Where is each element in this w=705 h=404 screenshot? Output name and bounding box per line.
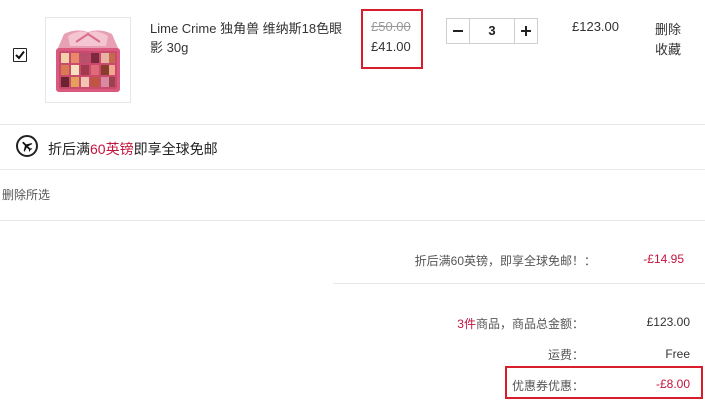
checkmark-icon xyxy=(15,50,25,60)
product-thumbnail[interactable] xyxy=(45,17,131,103)
discount-label: 折后满60英镑，即享全球免邮！： xyxy=(414,254,596,268)
eyeshadow-palette-image xyxy=(56,30,120,92)
promo-suffix: 即享全球免邮 xyxy=(133,141,218,157)
item-checkbox[interactable] xyxy=(13,48,27,62)
delete-item-link[interactable]: 删除 xyxy=(655,19,681,38)
item-subtotal: £123.00 xyxy=(572,19,619,34)
airplane-icon xyxy=(16,135,38,157)
divider xyxy=(0,220,705,221)
plus-icon xyxy=(521,26,531,36)
items-label-text: 商品，商品总金额： xyxy=(475,317,584,331)
increase-quantity-button[interactable] xyxy=(514,19,537,43)
coupon-label: 优惠券优惠： xyxy=(511,379,584,393)
product-name[interactable]: Lime Crime 独角兽 维纳斯18色眼影 30g xyxy=(150,19,345,57)
quantity-input[interactable]: 3 xyxy=(470,19,514,43)
discount-value: -£14.95 xyxy=(643,252,684,266)
divider xyxy=(0,124,705,125)
coupon-value: -£8.00 xyxy=(655,377,690,391)
add-to-favorites-link[interactable]: 收藏 xyxy=(655,39,681,58)
minus-icon xyxy=(453,30,463,32)
items-total-value: £123.00 xyxy=(646,315,690,329)
items-count: 3件 xyxy=(457,317,476,331)
promo-threshold: 60英镑 xyxy=(90,141,134,157)
original-price: £50.00 xyxy=(371,19,411,34)
delete-selected-link[interactable]: 删除所选 xyxy=(2,186,50,203)
shipping-value: Free xyxy=(665,347,690,361)
quantity-stepper: 3 xyxy=(446,18,538,44)
decrease-quantity-button[interactable] xyxy=(447,19,470,43)
items-total-label: 3件商品，商品总金额： xyxy=(360,315,584,332)
free-shipping-promo: 折后满60英镑即享全球免邮 xyxy=(48,139,218,159)
promo-prefix: 折后满 xyxy=(48,141,90,157)
shipping-label: 运费： xyxy=(547,348,584,362)
sale-price: £41.00 xyxy=(371,39,411,54)
divider xyxy=(0,169,705,170)
divider xyxy=(333,283,705,284)
